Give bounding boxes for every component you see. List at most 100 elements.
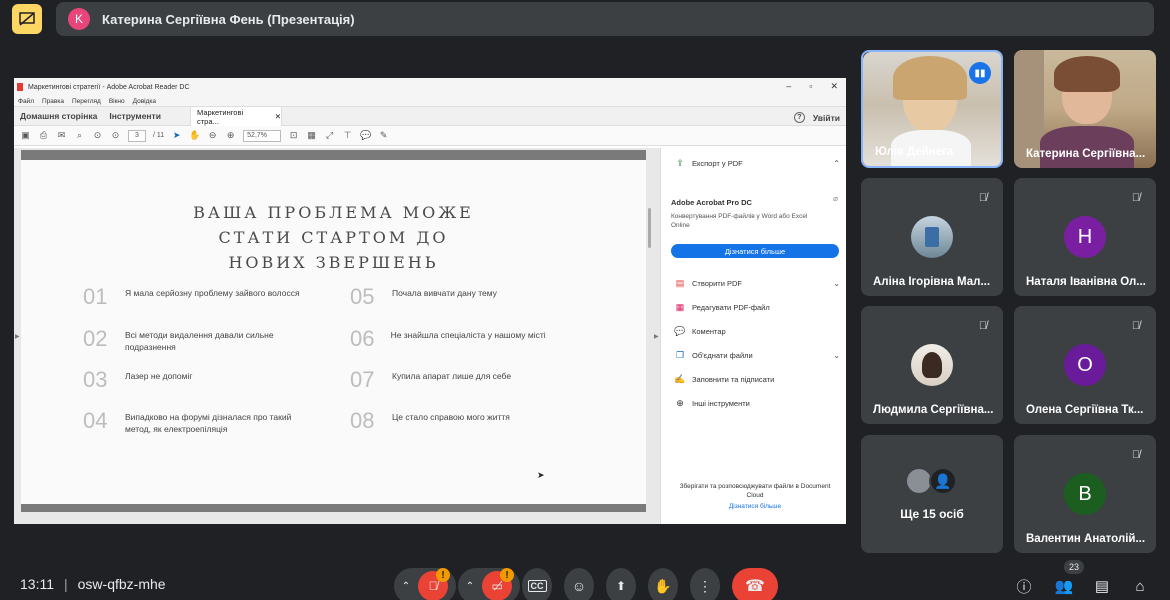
tool-combine-files[interactable]: ❐ Об'єднати файли ⌄ xyxy=(675,350,840,360)
meeting-info: 13:11 | osw-qfbz-mhe xyxy=(20,576,166,592)
activities-icon[interactable]: ⌂ xyxy=(1128,574,1152,598)
document-viewport[interactable]: ▶ ВАША ПРОБЛЕМА МОЖЕ СТАТИ СТАРТОМ ДО НО… xyxy=(14,148,660,524)
list-item: 06 Не знайшла спеціаліста у нашому місті xyxy=(350,328,600,350)
mail-icon[interactable]: ✉ xyxy=(56,130,67,141)
fit-page-icon[interactable]: ⊡ xyxy=(288,130,299,141)
tool-edit-pdf[interactable]: ▦ Редагувати PDF-файл xyxy=(675,302,840,312)
list-item: 04 Випадково на форумі дізналася про так… xyxy=(83,410,333,435)
chevron-up-icon[interactable]: ⌃ xyxy=(466,581,474,592)
item-text: Це стало справою мого життя xyxy=(392,412,510,422)
participant-tile[interactable]: Катерина Сергіївна... xyxy=(1014,50,1156,168)
restore-icon[interactable]: ▫ xyxy=(809,81,812,92)
tab-tools[interactable]: Інструменти xyxy=(103,111,167,121)
item-text: Купила апарат лише для себе xyxy=(392,371,512,381)
document-scrollbar[interactable] xyxy=(648,208,651,248)
cloud-learn-more-link[interactable]: Дізнатися більше xyxy=(671,503,839,510)
select-tool-icon[interactable]: ➤ xyxy=(171,130,182,141)
list-item: 03 Лазер не допоміг xyxy=(83,369,333,391)
prev-page-icon[interactable]: ⊙ xyxy=(92,130,103,141)
list-item: 07 Купила апарат лише для себе xyxy=(350,369,600,391)
participant-tile[interactable]: 🎙̸ О Олена Сергіївна Тк... xyxy=(1014,306,1156,424)
pen-icon[interactable]: ✎ xyxy=(378,130,389,141)
left-pane-arrow-icon[interactable]: ▶ xyxy=(15,333,20,340)
meeting-code: osw-qfbz-mhe xyxy=(77,576,166,592)
save-icon[interactable]: ▣ xyxy=(20,130,31,141)
participant-tile[interactable]: 🎙̸ В Валентин Анатолій... xyxy=(1014,435,1156,553)
presentation-off-icon[interactable] xyxy=(12,4,42,34)
full-screen-icon[interactable]: ⤢ xyxy=(324,130,335,141)
participant-name: Олена Сергіївна Тк... xyxy=(1026,404,1144,416)
stamp-icon[interactable]: ⊤ xyxy=(342,130,353,141)
close-icon[interactable]: ✕ xyxy=(830,81,838,92)
reactions-button[interactable]: ☺ xyxy=(564,568,594,600)
pdf-icon xyxy=(17,83,23,91)
comment-icon[interactable]: 💬 xyxy=(360,130,371,141)
tool-more-tools[interactable]: ⊕ Інші інструменти xyxy=(675,398,840,408)
list-item: 02 Всі методи видалення давали сильне по… xyxy=(83,328,333,353)
tool-comment[interactable]: 💬 Коментар xyxy=(674,326,840,336)
attach-icon: ⌀ xyxy=(833,194,838,203)
menu-window[interactable]: Вікно xyxy=(109,98,125,105)
participant-tile[interactable]: 🎙̸ Людмила Сергіївна... xyxy=(861,306,1003,424)
participant-tile[interactable]: 🎙̸ Аліна Ігорівна Мал... xyxy=(861,178,1003,296)
minimize-icon[interactable]: – xyxy=(786,81,791,92)
learn-more-button[interactable]: Дізнатися більше xyxy=(671,244,839,258)
page-number-input[interactable]: 3 xyxy=(128,129,146,142)
divider: | xyxy=(64,576,68,592)
present-button[interactable]: ⬆ xyxy=(606,568,636,600)
participant-tile[interactable]: ▮▮ Юлія Дейнега xyxy=(861,50,1003,168)
print-icon[interactable]: ⎙ xyxy=(38,130,49,141)
tool-fill-sign[interactable]: ✍ Заповнити та підписати xyxy=(674,374,840,384)
chevron-up-icon[interactable]: ⌃ xyxy=(833,159,840,168)
list-item: 05 Почала вивчати дану тему xyxy=(350,286,600,308)
chevron-up-icon[interactable]: ⌃ xyxy=(402,581,410,592)
chat-icon[interactable]: ▤ xyxy=(1090,574,1114,598)
tool-create-pdf[interactable]: ▤ Створити PDF ⌄ xyxy=(675,278,840,288)
zoom-in-icon[interactable]: ⊕ xyxy=(225,130,236,141)
info-icon[interactable]: ⓘ xyxy=(1012,574,1036,598)
people-icon[interactable]: 👥 xyxy=(1052,574,1076,598)
mic-off-icon: 🎙̸ xyxy=(1131,192,1141,204)
mic-off-icon: 🎙̸ xyxy=(1131,449,1141,461)
participant-count-badge: 23 xyxy=(1064,560,1084,574)
hand-tool-icon[interactable]: ✋ xyxy=(189,130,200,141)
help-icon[interactable]: ? xyxy=(793,112,805,123)
emoji-icon: ☺ xyxy=(571,578,587,594)
menu-help[interactable]: Довідка xyxy=(133,98,156,105)
tab-document[interactable]: Маркетингові стра... ✕ xyxy=(190,107,282,126)
item-number: 01 xyxy=(83,284,108,309)
captions-icon: CC xyxy=(527,580,547,592)
tab-home[interactable]: Домашня сторінка xyxy=(14,111,103,121)
participant-tile[interactable]: 🎙̸ Н Наталя Іванівна Ол... xyxy=(1014,178,1156,296)
list-item: 01 Я мала серйозну проблему зайвого воло… xyxy=(83,286,333,308)
raise-hand-button[interactable]: ✋ xyxy=(648,568,678,600)
slide-page: ВАША ПРОБЛЕМА МОЖЕ СТАТИ СТАРТОМ ДО НОВИ… xyxy=(21,150,646,512)
menu-edit[interactable]: Правка xyxy=(42,98,64,105)
page-total: / 11 xyxy=(153,132,165,139)
menu-file[interactable]: Файл xyxy=(18,98,34,105)
clock-time: 13:11 xyxy=(20,576,54,592)
zoom-out-icon[interactable]: ⊖ xyxy=(207,130,218,141)
leave-call-button[interactable]: ☎ xyxy=(732,568,778,600)
chevron-down-icon[interactable]: ⌄ xyxy=(833,279,840,288)
more-options-button[interactable]: ⋮ xyxy=(690,568,720,600)
item-number: 04 xyxy=(83,408,108,433)
mouse-cursor-icon: ➤ xyxy=(537,470,545,480)
captions-button[interactable]: CC xyxy=(522,568,552,600)
avatar xyxy=(911,216,953,258)
export-pdf-item[interactable]: ⇪ Експорт у PDF ⌃ xyxy=(675,158,840,168)
sign-in-link[interactable]: Увійти xyxy=(813,113,840,123)
menu-view[interactable]: Перегляд xyxy=(72,98,101,105)
chevron-down-icon[interactable]: ⌄ xyxy=(833,351,840,360)
scroll-mode-icon[interactable]: ▦ xyxy=(306,130,317,141)
create-pdf-icon: ▤ xyxy=(675,277,685,288)
next-page-icon[interactable]: ⊙ xyxy=(110,130,121,141)
more-participants-tile[interactable]: 👤 Ще 15 осіб xyxy=(861,435,1003,553)
tools-pane: ⇪ Експорт у PDF ⌃ Adobe Acrobat Pro DC ⌀… xyxy=(660,148,846,524)
item-number: 07 xyxy=(350,367,375,392)
search-icon[interactable]: ⌕ xyxy=(74,130,85,141)
zoom-select[interactable]: 52,7% xyxy=(243,129,282,142)
right-pane-arrow-icon[interactable]: ▶ xyxy=(654,333,659,340)
close-tab-icon[interactable]: ✕ xyxy=(275,112,281,121)
acrobat-title-bar: Маркетингові стратегії - Adobe Acrobat R… xyxy=(14,78,846,96)
